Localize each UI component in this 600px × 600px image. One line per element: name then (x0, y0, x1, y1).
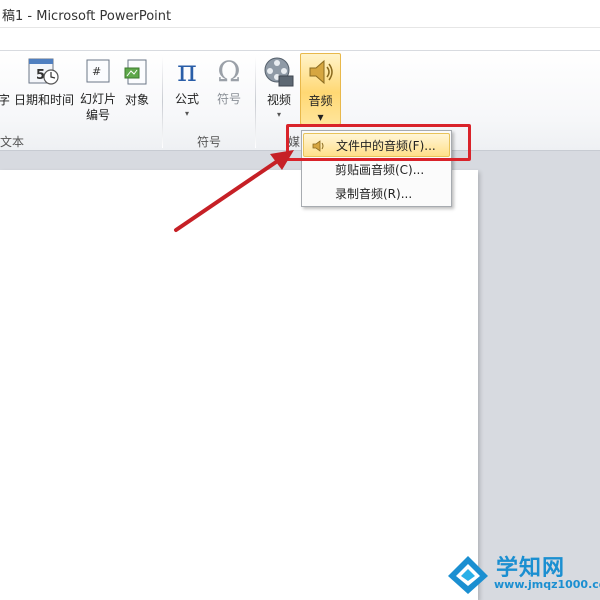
window-title: 稿1 - Microsoft PowerPoint (2, 9, 172, 24)
watermark: 学知网 www.jmqz1000.com (442, 548, 600, 598)
highlight-box (286, 124, 471, 161)
pi-icon: π (177, 54, 197, 89)
ribbon-button-label: 符号 (216, 92, 241, 106)
ribbon-button-label: 日期和时间 (13, 93, 74, 107)
speaker-icon (309, 59, 333, 85)
ribbon-button-label: 幻灯片 (79, 92, 116, 106)
menu-item-label: 剪贴画音频(C)... (335, 163, 425, 177)
ribbon-button-date-time[interactable]: 5 日期和时间 (13, 56, 75, 108)
film-reel-icon (264, 57, 294, 87)
menu-item-record-audio[interactable]: 录制音频(R)... (303, 182, 450, 206)
menu-item-clip-art-audio[interactable]: 剪贴画音频(C)... (303, 158, 450, 182)
ribbon-button-label-line2: 编号 (85, 108, 110, 122)
calendar-icon: 5 (28, 58, 59, 85)
ribbon-button-wordart[interactable]: 字 (0, 92, 10, 108)
group-separator (255, 56, 256, 148)
watermark-logo-icon (448, 556, 488, 594)
slide-number-icon: # (86, 59, 110, 83)
ribbon-button-slide-number[interactable]: # 幻灯片 编号 (77, 56, 119, 123)
group-label-text: 文本 (0, 135, 25, 149)
ribbon-button-video[interactable]: 视频 ▾ (259, 56, 299, 120)
ribbon-button-label: 音频 (308, 94, 333, 108)
ribbon-button-symbol[interactable]: Ω 符号 (210, 56, 248, 107)
title-bar: 稿1 - Microsoft PowerPoint (0, 0, 600, 28)
ribbon-button-label: 视频 (266, 93, 291, 107)
ribbon-button-object[interactable]: 对象 (120, 56, 154, 108)
watermark-url: www.jmqz1000.com (494, 578, 600, 591)
ribbon-button-audio[interactable]: 音频 ▾ (300, 53, 341, 125)
ribbon-button-label: 公式 (174, 92, 199, 106)
ribbon-button-label: 字 (0, 93, 11, 107)
omega-icon: Ω (217, 55, 241, 88)
ribbon-tab-strip (0, 28, 600, 50)
chevron-down-icon: ▾ (184, 109, 189, 118)
object-icon (124, 59, 147, 85)
group-separator (162, 56, 163, 148)
ribbon-button-equation[interactable]: π 公式 ▾ (168, 56, 206, 119)
chevron-down-icon: ▾ (276, 110, 281, 119)
menu-item-label: 录制音频(R)... (335, 187, 413, 201)
ribbon-button-label: 对象 (124, 93, 149, 107)
svg-text:#: # (92, 65, 101, 78)
arrow-icon (174, 150, 294, 232)
chevron-down-icon: ▾ (317, 110, 324, 124)
